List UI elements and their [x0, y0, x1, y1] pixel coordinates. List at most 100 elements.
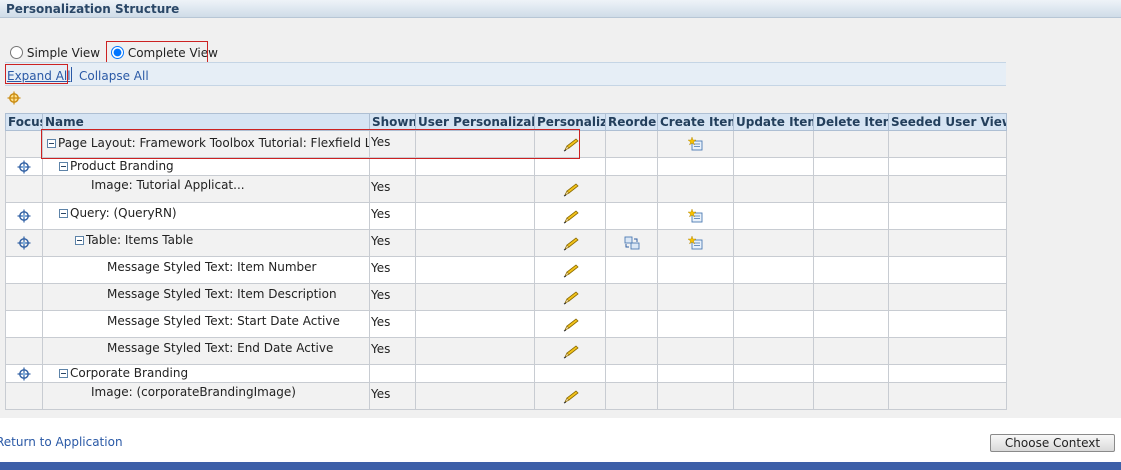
- choose-context-button[interactable]: Choose Context: [990, 434, 1115, 452]
- personalize-cell: [534, 202, 606, 230]
- collapse-minus-icon[interactable]: [59, 369, 68, 378]
- update-item-cell: [733, 175, 814, 203]
- focus-cell: [5, 229, 43, 257]
- shown-cell: [369, 157, 416, 176]
- collapse-minus-icon[interactable]: [59, 162, 68, 171]
- create-item-cell: [657, 256, 734, 284]
- delete-item-cell: [813, 202, 889, 230]
- collapse-minus-icon[interactable]: [59, 209, 68, 218]
- seeded-views-cell: [888, 337, 1007, 365]
- create-item-cell: [657, 382, 734, 410]
- pencil-icon[interactable]: [563, 318, 579, 332]
- name-cell: Product Branding: [42, 157, 370, 176]
- expand-all-link[interactable]: Expand All: [7, 69, 71, 83]
- name-cell: Query: (QueryRN): [42, 202, 370, 230]
- table-row: Message Styled Text: Item Description Ye…: [5, 283, 1007, 311]
- update-item-cell: [733, 130, 814, 158]
- collapse-minus-icon[interactable]: [75, 236, 84, 245]
- row-name: Message Styled Text: Start Date Active: [107, 314, 340, 328]
- shown-cell: Yes: [369, 283, 416, 311]
- table-row: Image: Tutorial Applicat... Yes: [5, 175, 1007, 203]
- bottom-bar: [0, 462, 1121, 470]
- create-item-cell: [657, 337, 734, 365]
- personalize-cell: [534, 157, 606, 176]
- update-item-cell: [733, 157, 814, 176]
- seeded-views-cell: [888, 256, 1007, 284]
- pencil-icon[interactable]: [563, 291, 579, 305]
- simple-view-radio-input[interactable]: [10, 46, 23, 59]
- personalize-cell: [534, 382, 606, 410]
- table-row: Image: (corporateBrandingImage) Yes: [5, 382, 1007, 410]
- row-name: Message Styled Text: Item Number: [107, 260, 317, 274]
- col-header-update-item: Update Item: [733, 113, 814, 131]
- pencil-icon[interactable]: [563, 264, 579, 278]
- focus-crosshair-icon[interactable]: [7, 91, 21, 105]
- name-cell: Message Styled Text: Item Description: [42, 283, 370, 311]
- return-to-application-link[interactable]: Return to Application: [0, 435, 123, 449]
- focus-crosshair-icon[interactable]: [17, 160, 31, 174]
- update-item-cell: [733, 364, 814, 383]
- update-item-cell: [733, 229, 814, 257]
- name-cell: Corporate Branding: [42, 364, 370, 383]
- pencil-icon[interactable]: [563, 183, 579, 197]
- table-row: Table: Items Table Yes: [5, 229, 1007, 257]
- seeded-views-cell: [888, 283, 1007, 311]
- seeded-views-cell: [888, 175, 1007, 203]
- delete-item-cell: [813, 175, 889, 203]
- create-item-icon[interactable]: [688, 137, 704, 151]
- user-personalizable-cell: [415, 175, 535, 203]
- focus-crosshair-icon[interactable]: [17, 209, 31, 223]
- pencil-icon[interactable]: [563, 237, 579, 251]
- col-header-shown: Shown: [369, 113, 416, 131]
- row-name: Query: (QueryRN): [70, 206, 177, 220]
- user-personalizable-cell: [415, 382, 535, 410]
- focus-crosshair-icon[interactable]: [17, 367, 31, 381]
- name-cell: Message Styled Text: Item Number: [42, 256, 370, 284]
- table-row: Page Layout: Framework Toolbox Tutorial:…: [5, 130, 1007, 158]
- seeded-views-cell: [888, 130, 1007, 158]
- shown-cell: Yes: [369, 337, 416, 365]
- update-item-cell: [733, 382, 814, 410]
- focus-crosshair-icon[interactable]: [17, 236, 31, 250]
- reorder-cell: [605, 229, 658, 257]
- row-name: Image: Tutorial Applicat...: [91, 178, 245, 192]
- delete-item-cell: [813, 283, 889, 311]
- shown-cell: Yes: [369, 202, 416, 230]
- reorder-cell: [605, 175, 658, 203]
- reorder-icon[interactable]: [624, 236, 640, 250]
- reorder-cell: [605, 364, 658, 383]
- complete-view-radio-input[interactable]: [111, 46, 124, 59]
- pencil-icon[interactable]: [563, 138, 579, 152]
- create-item-icon[interactable]: [688, 236, 704, 250]
- row-name: Product Branding: [70, 159, 174, 173]
- expand-collapse-toolbar: Expand All Collapse All: [5, 62, 1006, 86]
- table-header-row: Focus Name Shown User Personalizable Per…: [5, 113, 1007, 131]
- table-row: Message Styled Text: End Date Active Yes: [5, 337, 1007, 365]
- user-personalizable-cell: [415, 256, 535, 284]
- collapse-minus-icon[interactable]: [47, 139, 56, 148]
- create-item-cell: [657, 283, 734, 311]
- focus-cell: [5, 130, 43, 158]
- focus-cell: [5, 283, 43, 311]
- personalize-cell: [534, 337, 606, 365]
- collapse-all-link[interactable]: Collapse All: [79, 69, 149, 83]
- toolbar-separator: [71, 67, 72, 82]
- user-personalizable-cell: [415, 310, 535, 338]
- reorder-cell: [605, 382, 658, 410]
- seeded-views-cell: [888, 382, 1007, 410]
- pencil-icon[interactable]: [563, 390, 579, 404]
- complete-view-label: Complete View: [127, 46, 218, 60]
- seeded-views-cell: [888, 364, 1007, 383]
- name-cell: Message Styled Text: Start Date Active: [42, 310, 370, 338]
- delete-item-cell: [813, 337, 889, 365]
- create-item-icon[interactable]: [688, 209, 704, 223]
- row-name: Page Layout: Framework Toolbox Tutorial:…: [58, 136, 370, 150]
- create-item-cell: [657, 130, 734, 158]
- personalize-cell: [534, 130, 606, 158]
- focus-cell: [5, 256, 43, 284]
- pencil-icon[interactable]: [563, 210, 579, 224]
- focus-cell: [5, 157, 43, 176]
- pencil-icon[interactable]: [563, 345, 579, 359]
- simple-view-label: Simple View: [26, 46, 101, 60]
- focus-cell: [5, 364, 43, 383]
